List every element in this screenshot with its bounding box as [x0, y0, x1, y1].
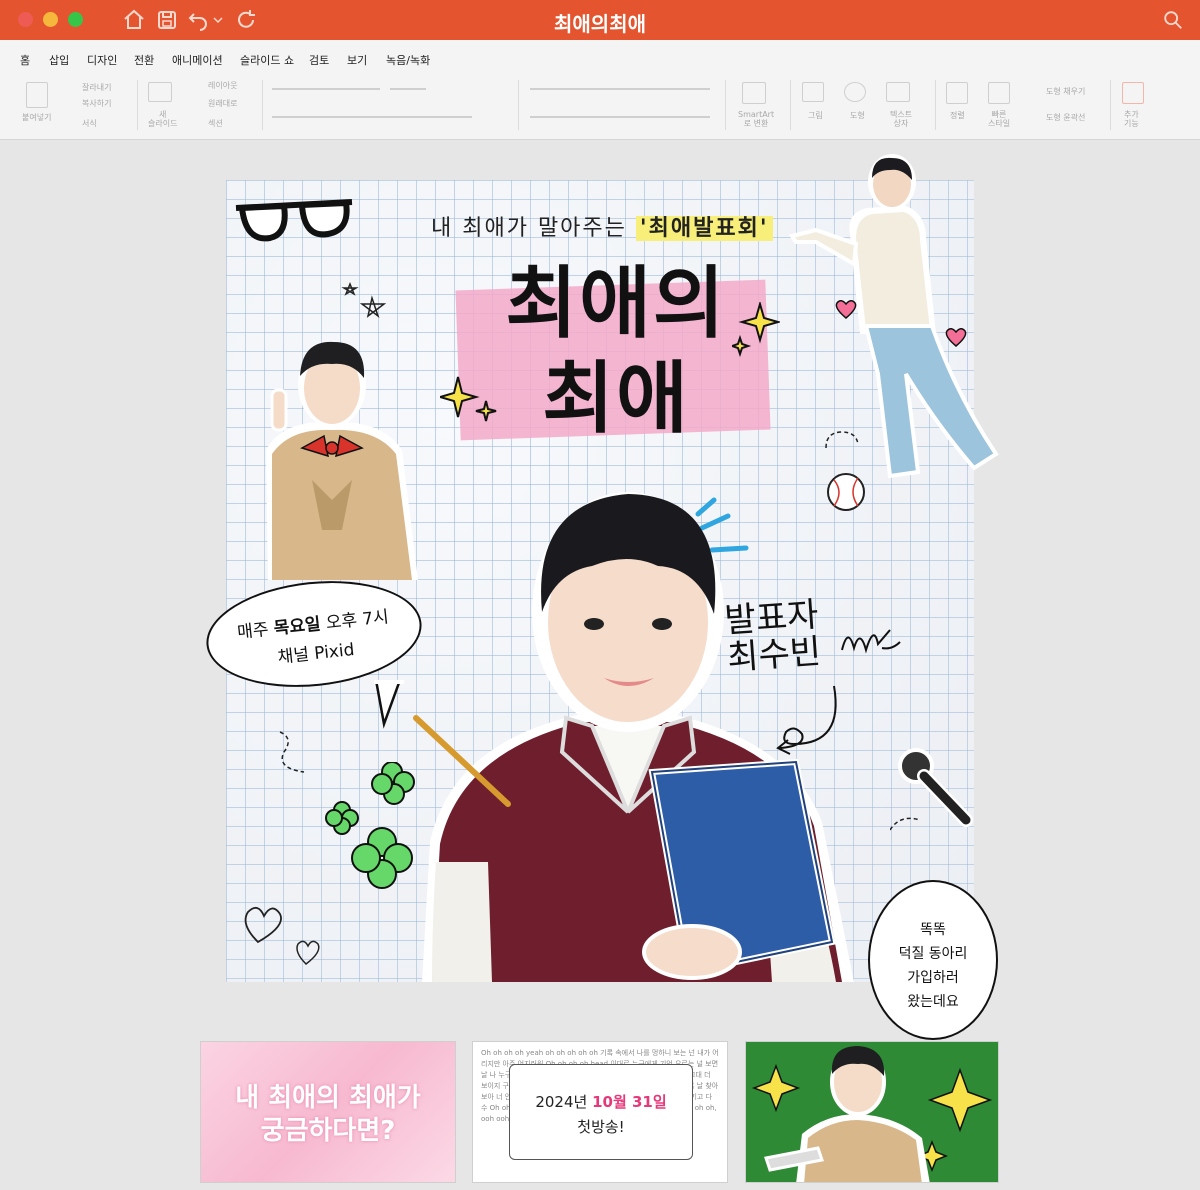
thumb1-line2: 궁금하다면?: [260, 1115, 396, 1146]
presenter-label: 발표자 최수빈: [723, 595, 823, 679]
arrow-doodle-icon: [776, 685, 837, 755]
layout-button[interactable]: 레이아웃: [208, 80, 237, 91]
ribbon-separator: [935, 80, 936, 130]
ribbon-separator: [1110, 80, 1111, 130]
slide-title-line2: 최애: [542, 354, 690, 444]
ribbon-separator: [262, 80, 263, 130]
sparkle-icon: [732, 302, 780, 358]
slide-thumbnail-1[interactable]: 내 최애의 최애가 궁금하다면?: [200, 1041, 456, 1183]
paste-icon[interactable]: [26, 82, 48, 108]
tab-view[interactable]: 보기: [347, 52, 367, 68]
tab-insert[interactable]: 삽입: [49, 52, 69, 68]
format-painter-button[interactable]: 서식: [82, 118, 97, 129]
schedule-day: 목요일: [272, 614, 322, 640]
knock-line-2: 덕질 동아리: [898, 946, 968, 962]
shape-outline-button[interactable]: 도형 윤곽선: [1046, 112, 1085, 123]
star-doodle-icon: [341, 281, 387, 319]
list-controls[interactable]: [530, 88, 710, 90]
thumb1-line1: 내 최애의 최애가: [235, 1083, 421, 1113]
shape-icon[interactable]: [844, 82, 866, 102]
alignment-controls[interactable]: [530, 116, 710, 118]
slide-thumbnail-2[interactable]: Oh oh oh oh yeah oh oh oh oh oh 기록 속에서 나…: [472, 1041, 728, 1183]
copy-button[interactable]: 복사하기: [82, 98, 111, 109]
font-size-select[interactable]: [390, 88, 426, 90]
tab-animations[interactable]: 애니메이션: [172, 52, 223, 68]
textbox-button[interactable]: 텍스트 상자: [890, 110, 912, 128]
font-family-select[interactable]: [272, 88, 380, 90]
microphone-icon: [890, 748, 973, 831]
headline-text: 내 최애가 말아주는: [431, 216, 636, 241]
smartart-icon[interactable]: [742, 82, 766, 104]
tab-design[interactable]: 디자인: [87, 52, 117, 68]
addins-icon[interactable]: [1122, 82, 1144, 104]
arrange-icon[interactable]: [946, 82, 968, 104]
premiere-date-card: 2024년 10월 31일 첫방송!: [509, 1064, 693, 1160]
knock-line-4: 왔는데요: [907, 994, 959, 1010]
quick-styles-icon[interactable]: [988, 82, 1010, 104]
shape-button[interactable]: 도형: [850, 110, 865, 121]
thumb1-text: 내 최애의 최애가 궁금하다면?: [201, 1082, 455, 1147]
ribbon-separator: [137, 80, 138, 130]
tab-home[interactable]: 홈: [20, 52, 31, 74]
premiere-date: 2024년 10월 31일: [510, 1091, 692, 1112]
ribbon-tabs: 홈 삽입 디자인 전환 애니메이션 슬라이드 쇼 검토 보기 녹음/녹화: [0, 40, 1200, 74]
knock-speech-bubble: 똑똑 덕질 동아리 가입하러 왔는데요: [868, 880, 998, 1040]
title-bar: 최애의최애: [0, 0, 1200, 40]
knock-line-3: 가입하러: [907, 970, 959, 986]
slide-canvas[interactable]: 내 최애가 말아주는 '최애발표회' 최애의 최애 매주 목요일 오후 7시 채…: [201, 154, 999, 1040]
premiere-label: 첫방송!: [577, 1118, 625, 1136]
slide-title-line1: 최애의: [505, 259, 727, 349]
shape-fill-button[interactable]: 도형 채우기: [1046, 86, 1085, 97]
new-slide-button-label[interactable]: 새 슬라이드: [148, 110, 177, 128]
convert-smartart-button[interactable]: SmartArt 로 변환: [738, 110, 774, 128]
quick-styles-button[interactable]: 빠른 스타일: [988, 110, 1010, 128]
picture-button[interactable]: 그림: [808, 110, 823, 121]
presenter-name: 최수빈: [725, 632, 823, 679]
premiere-year: 2024년: [535, 1093, 593, 1111]
signature-doodle: [841, 629, 901, 654]
ribbon-separator: [725, 80, 726, 130]
knock-bubble-text: 똑똑 덕질 동아리 가입하러 왔는데요: [870, 918, 996, 1014]
ribbon-separator: [790, 80, 791, 130]
schedule-prefix: 매주: [236, 619, 275, 643]
glasses-sticker: [235, 199, 353, 242]
tab-record[interactable]: 녹음/녹화: [386, 52, 430, 68]
cut-button[interactable]: 잘라내기: [82, 82, 111, 93]
headline-highlight: '최애발표회': [635, 216, 773, 241]
arrange-button[interactable]: 정렬: [950, 110, 965, 121]
doodle-lines: [279, 731, 305, 773]
knock-line-1: 똑똑: [920, 922, 946, 938]
slide-headline: 내 최애가 말아주는 '최애발표회': [431, 210, 773, 242]
premiere-day: 10월 31일: [592, 1093, 667, 1111]
picture-icon[interactable]: [802, 82, 824, 102]
search-icon[interactable]: [1162, 9, 1184, 31]
sparkle-icon: [440, 376, 497, 422]
reset-button[interactable]: 원래대로: [208, 98, 237, 109]
schedule-time: 오후 7시: [319, 607, 390, 635]
paste-button-label[interactable]: 붙여넣기: [22, 112, 51, 123]
ribbon-toolbar: 붙여넣기 잘라내기 복사하기 서식 새 슬라이드 레이아웃 원래대로 섹션 Sm…: [0, 72, 1200, 140]
new-slide-icon[interactable]: [148, 82, 172, 102]
tab-transitions[interactable]: 전환: [134, 52, 154, 68]
tab-review[interactable]: 검토: [309, 52, 329, 68]
textbox-icon[interactable]: [886, 82, 910, 102]
window-title: 최애의최애: [554, 12, 646, 36]
heart-doodle-icon: [244, 906, 320, 965]
ribbon-separator: [518, 80, 519, 130]
font-format-row[interactable]: [272, 116, 472, 118]
slide-thumbnail-3[interactable]: [745, 1041, 999, 1183]
tab-slide-show[interactable]: 슬라이드 쇼: [240, 52, 294, 68]
thumb3-illustration: [751, 1046, 993, 1182]
addins-button[interactable]: 추가 기능: [1124, 110, 1139, 128]
section-button[interactable]: 섹션: [208, 118, 223, 129]
